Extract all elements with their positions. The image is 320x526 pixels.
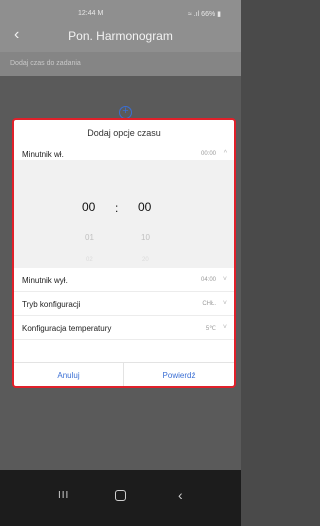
- time-picker[interactable]: 00 : 00 01 10 02 20: [14, 160, 234, 268]
- picker-minute-selected[interactable]: 00: [138, 200, 151, 214]
- chevron-down-icon: ˅: [222, 324, 227, 331]
- subtitle-text: Dodaj czas do zadania: [10, 60, 81, 67]
- timer-off-value: 04:00: [200, 277, 216, 283]
- chevron-up-icon: ^: [223, 150, 227, 157]
- timer-on-value: 00:00: [200, 151, 216, 157]
- temperature-row[interactable]: Konfiguracja temperatury 5℃ ˅: [14, 316, 234, 340]
- timer-off-row[interactable]: Minutnik wył. 04:00 ˅: [14, 268, 234, 292]
- subtitle-bar: Dodaj czas do zadania: [0, 52, 241, 76]
- config-mode-label: Tryb konfiguracji: [22, 300, 81, 309]
- picker-minute-after[interactable]: 20: [142, 257, 149, 263]
- confirm-button[interactable]: Powierdź: [124, 363, 234, 386]
- chevron-down-icon: ˅: [222, 300, 227, 307]
- temperature-label: Konfiguracja temperatury: [22, 324, 112, 333]
- timer-off-label: Minutnik wył.: [22, 276, 68, 285]
- system-nav-bar: III ‹: [0, 470, 241, 526]
- timer-on-label: Minutnik wł.: [22, 150, 64, 159]
- status-bar: 12:44 M ≈ .ıl 66% ▮: [0, 0, 241, 22]
- picker-hour-after[interactable]: 02: [86, 257, 93, 263]
- picker-hour-next[interactable]: 01: [85, 233, 94, 242]
- recents-icon[interactable]: III: [58, 490, 69, 501]
- app-header: ‹ Pon. Harmonogram: [0, 22, 241, 52]
- cancel-button[interactable]: Anuluj: [14, 363, 124, 386]
- home-icon[interactable]: [115, 490, 126, 501]
- status-time: 12:44 M: [78, 10, 104, 17]
- add-time-dialog: Dodaj opcje czasu Minutnik wł. 00:00 ^ 0…: [12, 118, 236, 388]
- temperature-value: 5℃: [205, 326, 216, 332]
- chevron-down-icon: ˅: [222, 276, 227, 283]
- dialog-title: Dodaj opcje czasu: [87, 128, 161, 138]
- dialog-footer: Anuluj Powierdź: [14, 362, 234, 386]
- config-mode-row[interactable]: Tryb konfiguracji CHŁ. ˅: [14, 292, 234, 316]
- status-indicators: ≈ .ıl 66% ▮: [188, 11, 221, 18]
- back-icon[interactable]: ‹: [178, 487, 183, 503]
- picker-hour-selected[interactable]: 00: [82, 200, 95, 214]
- picker-separator: :: [115, 201, 119, 215]
- page-title: Pon. Harmonogram: [68, 29, 173, 43]
- picker-minute-next[interactable]: 10: [141, 233, 150, 242]
- config-mode-value: CHŁ.: [202, 301, 216, 307]
